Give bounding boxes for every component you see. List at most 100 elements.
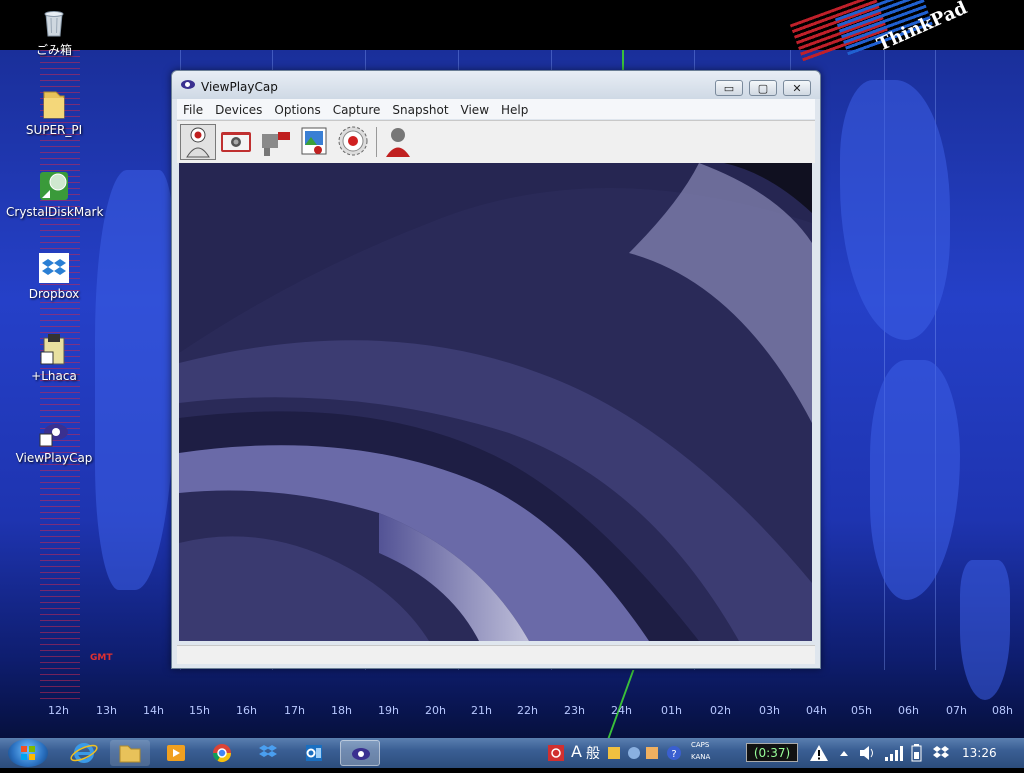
desktop-icon-label: +Lhaca	[31, 369, 77, 383]
hour-label: 16h	[236, 704, 257, 717]
show-hidden-icons-button[interactable]	[836, 738, 852, 768]
desktop-icon-viewplaycap[interactable]: ViewPlayCap	[6, 416, 102, 465]
ime-type-indicator[interactable]: 般	[586, 743, 600, 773]
desktop-icon-recycle-bin[interactable]: ごみ箱	[6, 6, 102, 58]
tray-network[interactable]	[882, 738, 904, 768]
hour-label: 05h	[851, 704, 872, 717]
taskbar-viewplaycap[interactable]	[340, 740, 380, 766]
hour-label: 01h	[661, 704, 682, 717]
kana-lock-indicator: KANA	[691, 753, 711, 761]
close-button[interactable]: ✕	[783, 80, 811, 96]
hour-label: 23h	[564, 704, 585, 717]
folder-icon	[38, 88, 70, 120]
user-button[interactable]	[381, 124, 417, 160]
title-bar[interactable]: ViewPlayCap ▭ ▢ ✕	[172, 71, 820, 99]
video-camera-icon	[262, 132, 290, 156]
menu-options[interactable]: Options	[268, 101, 326, 119]
taskbar-outlook[interactable]	[294, 740, 334, 766]
tray-volume[interactable]	[856, 738, 878, 768]
map-continent	[95, 170, 175, 590]
webcam-button[interactable]	[180, 124, 216, 160]
dropbox-icon	[933, 746, 949, 758]
toolbar-separator	[376, 127, 377, 157]
taskbar: A 般 ? CAPS KANA (0:37) 13:26	[0, 738, 1024, 768]
minimize-icon: ▭	[723, 82, 735, 95]
desktop-icon-label: CrystalDiskMark	[6, 205, 104, 219]
hour-label: 08h	[992, 704, 1013, 717]
outlook-icon	[306, 745, 322, 761]
signal-bars-icon	[885, 746, 903, 761]
hour-label: 24h	[611, 704, 632, 717]
desktop-icon-label: SUPER_PI	[25, 123, 83, 137]
caps-lock-indicator: CAPS	[691, 741, 710, 749]
taskbar-media-player[interactable]	[156, 740, 196, 766]
desktop-icon-label: Dropbox	[28, 287, 80, 301]
wallpaper-dateline	[622, 50, 624, 70]
file-explorer-icon	[119, 745, 141, 763]
battery-timer[interactable]: (0:37)	[746, 743, 798, 762]
internet-explorer-icon	[70, 743, 98, 763]
menu-capture[interactable]: Capture	[327, 101, 387, 119]
record-button[interactable]	[336, 124, 372, 160]
viewplaycap-window: ViewPlayCap ▭ ▢ ✕ File Devices Options Capt…	[171, 70, 821, 669]
map-continent	[840, 80, 950, 340]
image-settings-button[interactable]	[297, 124, 333, 160]
video-capture-button[interactable]	[258, 124, 294, 160]
menu-bar: File Devices Options Capture Snapshot View Hel…	[177, 99, 815, 119]
menu-file[interactable]: File	[177, 101, 209, 119]
desktop-icon-crystaldiskmark[interactable]: CrystalDiskMark	[6, 170, 104, 219]
maximize-icon: ▢	[757, 82, 769, 95]
recycle-bin-icon	[38, 6, 70, 38]
security-shield-icon	[548, 745, 564, 761]
crystaldiskmark-icon	[38, 170, 70, 202]
image-settings-icon	[301, 127, 327, 155]
hour-label: 14h	[143, 704, 164, 717]
hour-label: 22h	[517, 704, 538, 717]
ime-toolbar[interactable]: ?	[606, 738, 686, 768]
dropbox-icon	[259, 745, 277, 757]
menu-view[interactable]: View	[455, 101, 495, 119]
window-title: ViewPlayCap	[201, 80, 278, 94]
hour-label: 18h	[331, 704, 352, 717]
snapshot-button[interactable]	[219, 124, 255, 160]
hour-label: 13h	[96, 704, 117, 717]
warning-icon	[810, 745, 828, 761]
taskbar-clock[interactable]: 13:26	[962, 746, 997, 760]
desktop-icon-dropbox[interactable]: Dropbox	[6, 252, 102, 301]
menu-devices[interactable]: Devices	[209, 101, 268, 119]
viewplaycap-icon	[352, 748, 370, 760]
tray-power[interactable]	[906, 738, 926, 768]
desktop-icon-super-pi[interactable]: SUPER_PI	[6, 88, 102, 137]
map-continent	[960, 560, 1010, 700]
menu-help[interactable]: Help	[495, 101, 534, 119]
battery-icon	[911, 744, 922, 762]
tray-dropbox[interactable]	[930, 738, 952, 768]
taskbar-chrome[interactable]	[202, 740, 242, 766]
microscope-image	[179, 163, 812, 641]
tray-warning[interactable]	[806, 738, 832, 768]
taskbar-file-explorer[interactable]	[110, 740, 150, 766]
desktop-icon-label: ViewPlayCap	[15, 451, 93, 465]
status-bar	[177, 645, 815, 664]
media-player-icon	[167, 745, 185, 761]
desktop-icon-label: ごみ箱	[35, 43, 72, 57]
timezone-hour-bar: 12h 13h 14h 15h 16h 17h 18h 19h 20h 21h …	[0, 700, 1024, 722]
video-preview	[179, 163, 812, 641]
windows-logo-icon	[21, 746, 35, 760]
menu-snapshot[interactable]: Snapshot	[386, 101, 454, 119]
record-icon	[338, 126, 368, 156]
hour-label: 12h	[48, 704, 69, 717]
desktop-icon-lhaca[interactable]: +Lhaca	[6, 334, 102, 383]
minimize-button[interactable]: ▭	[715, 80, 743, 96]
maximize-button[interactable]: ▢	[749, 80, 777, 96]
taskbar-dropbox[interactable]	[248, 740, 288, 766]
tray-security[interactable]	[545, 738, 567, 768]
ime-tools-icon: ?	[608, 746, 681, 760]
thinkpad-logo: ThinkPad	[789, 0, 970, 63]
taskbar-internet-explorer[interactable]	[64, 740, 104, 766]
viewplaycap-icon	[38, 416, 70, 448]
camera-icon	[221, 132, 251, 152]
start-button[interactable]	[8, 739, 48, 767]
hour-label: 17h	[284, 704, 305, 717]
dropbox-icon	[38, 252, 70, 284]
